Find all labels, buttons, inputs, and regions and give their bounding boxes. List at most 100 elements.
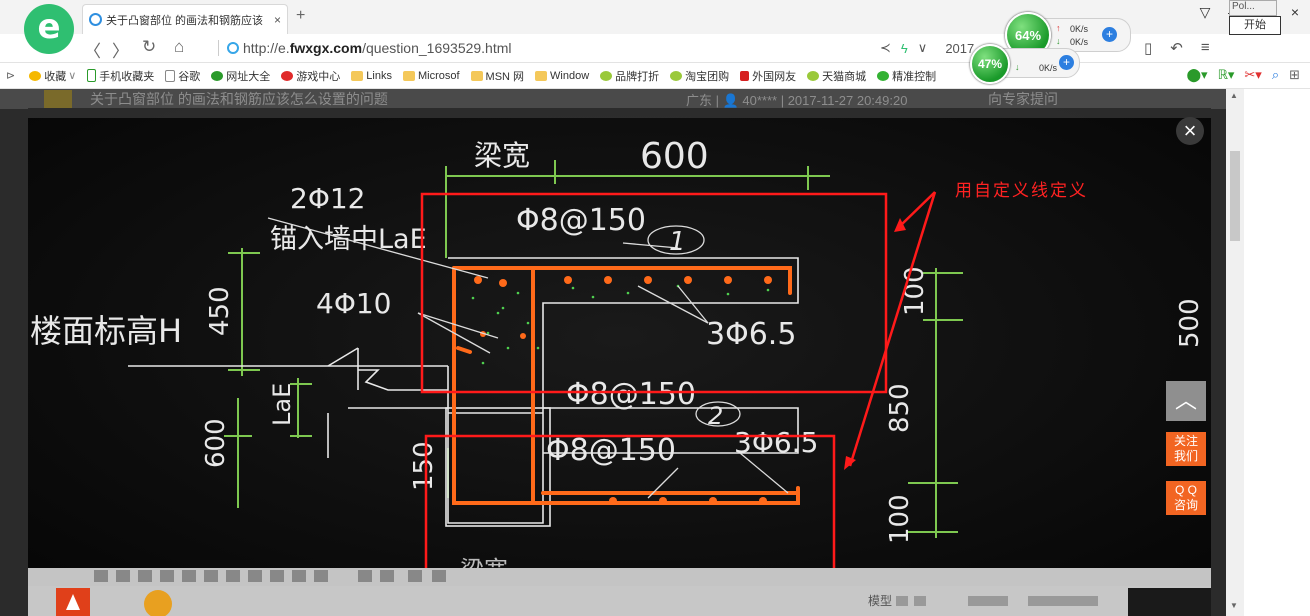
cad-text-floor-level: 楼面标高H [30,312,182,350]
accelerate-icon[interactable]: + [1059,55,1074,70]
bookmark-mobile[interactable]: 手机收藏夹 [87,68,154,84]
bookmark-favorites[interactable]: 收藏 ∨ [29,68,76,84]
flag-icon [740,70,750,81]
scissors-icon[interactable]: ✂▾ [1244,67,1261,83]
memory-percent-ball-2[interactable]: 47% [970,44,1010,84]
translate-icon[interactable]: ℝ▾ [1218,67,1235,83]
refresh-icon[interactable]: ↻ [142,37,156,57]
start-button[interactable]: 开始 [1229,16,1281,35]
bookmark-links[interactable]: Links [351,70,392,82]
tab-active[interactable]: 关于凸窗部位 的画法和钢筋应该 × [82,4,288,34]
star-icon [29,70,42,81]
url-domain: fwxgx.com [289,40,363,56]
accelerate-icon[interactable]: + [1102,27,1117,42]
bookmark-games[interactable]: 游戏中心 [281,68,340,84]
bookmark-brands[interactable]: 品牌打折 [600,68,659,84]
cad-text-dim-150: 150 [409,441,439,491]
loading-icon [89,13,102,26]
extension-icon[interactable]: ⬤▾ [1186,67,1207,83]
back-icon[interactable]: 〈 [84,37,101,62]
search-icon[interactable]: ⌕ [1272,67,1279,83]
page-icon [165,69,176,82]
bookmark-foreign[interactable]: 外国网友 [740,68,796,84]
close-window-button[interactable]: × [1280,4,1310,21]
cad-text-anchor: 锚入墙中LaE [270,224,427,255]
bookmark-taobao[interactable]: 淘宝团购 [670,68,729,84]
leaf-icon [807,70,820,81]
browser-logo-icon[interactable]: e [24,4,74,54]
bookmark-tools: ⬤▾ ℝ▾ ✂▾ ⌕ ⊞ [1186,67,1300,83]
bookmark-google[interactable]: 谷歌 [165,68,200,84]
url-field[interactable]: http://e. fwxgx.com/question_1693529.html [218,38,938,58]
back-to-top-button[interactable]: ︿ [1166,381,1206,421]
cad-text-dim-850: 850 [885,383,915,433]
bookmark-control[interactable]: 精准控制 [877,68,936,84]
question-header: 关于凸窗部位 的画法和钢筋应该怎么设置的问题 广东 | 👤 40**** | 2… [0,89,1226,109]
download-speed-2: 0K/s [1039,63,1058,73]
download-arrow-icon: ↓ [1015,62,1020,72]
tablet-icon[interactable]: ▯ [1144,39,1152,57]
follow-us-button[interactable]: 关注 我们 [1166,432,1206,466]
tab-close-button[interactable]: × [274,13,281,27]
upload-speed: 0K/s [1070,24,1089,34]
bookmark-msn[interactable]: MSN 网 [470,68,524,84]
pol-label: Pol... [1229,0,1277,16]
cad-text-2phi12: 2Φ12 [290,182,365,215]
cad-text-phi8-150-c: Φ8@150 [546,433,676,468]
cad-text-dim-450: 450 [205,286,235,336]
lightbox-close-button[interactable]: × [1176,117,1204,145]
undo-icon[interactable]: ↶ [1170,39,1183,57]
right-margin [1244,89,1310,616]
question-meta: 广东 | 👤 40**** | 2017-11-27 20:49:20 [686,93,908,108]
forward-icon[interactable]: 〉 [112,37,129,62]
new-tab-button[interactable]: + [296,7,305,25]
cad-text-beam-width: 梁宽 [474,139,530,172]
folder-icon [470,70,483,81]
cad-text-dim-600-top: 600 [640,136,709,177]
folder-icon [402,70,415,81]
cad-text-3phi65-b: 3Φ6.5 [734,426,818,459]
apps-grid-icon[interactable]: ⊞ [1289,67,1300,83]
tab-title: 关于凸窗部位 的画法和钢筋应该 [106,14,264,27]
bookmark-windows[interactable]: Window [535,70,589,82]
game-icon [281,70,294,81]
bookmark-tmall[interactable]: 天猫商城 [807,68,866,84]
qq-consult-button[interactable]: Q Q 咨询 [1166,481,1206,515]
menu-icon[interactable]: ≡ [1201,39,1210,57]
phone-icon [87,69,97,82]
chevron-down-icon[interactable]: ∨ [918,40,928,56]
leaf-icon [600,70,613,81]
globe-icon [211,70,224,81]
cad-text-dim-500: 500 [1175,298,1205,348]
ask-expert-button[interactable]: 向专家提问 [988,89,1058,109]
scroll-thumb[interactable] [1230,151,1240,241]
sidebar-toggle-icon[interactable]: ⊳ [6,69,15,82]
address-actions: ≺ ϟ ∨ 2017 [880,40,974,56]
cad-text-circle-1: 1 [669,227,686,257]
url-prefix: http://e. [243,40,290,56]
bookmarks-bar: ⊳ 收藏 ∨ 手机收藏夹 谷歌 网址大全 游戏中心 Links Microsof … [0,63,1310,89]
cad-text-dim-600-left: 600 [201,418,231,468]
skin-icon[interactable]: ▽ [1190,4,1220,21]
bookmark-microsoft[interactable]: Microsof [402,70,460,82]
scroll-down-icon[interactable]: ▼ [1230,601,1238,610]
question-icon [44,90,72,108]
cad-text-phi8-150-b: Φ8@150 [566,377,696,412]
wechat-icon [877,70,890,81]
page-loading-icon [227,42,239,54]
home-icon[interactable]: ⌂ [174,37,184,57]
cad-text-dim-100-b: 100 [885,494,915,544]
lightning-icon[interactable]: ϟ [901,41,908,56]
share-icon[interactable]: ≺ [880,40,891,56]
cad-text-phi8-150-a: Φ8@150 [516,203,646,238]
scroll-up-icon[interactable]: ▲ [1230,91,1238,100]
leaf-icon [670,70,683,81]
cad-text-lae: LaE [268,383,296,426]
question-title: 关于凸窗部位 的画法和钢筋应该怎么设置的问题 [90,91,388,107]
vertical-scrollbar[interactable]: ▲ ▼ [1226,89,1244,616]
annotation-label: 用自定义线定义 [955,181,1088,200]
net-speed-widget-2[interactable]: ↓ 0K/s + 47% [970,44,1082,84]
upload-arrow-icon: ↑ [1056,23,1061,33]
folder-icon [535,70,548,81]
bookmark-sites[interactable]: 网址大全 [211,68,270,84]
